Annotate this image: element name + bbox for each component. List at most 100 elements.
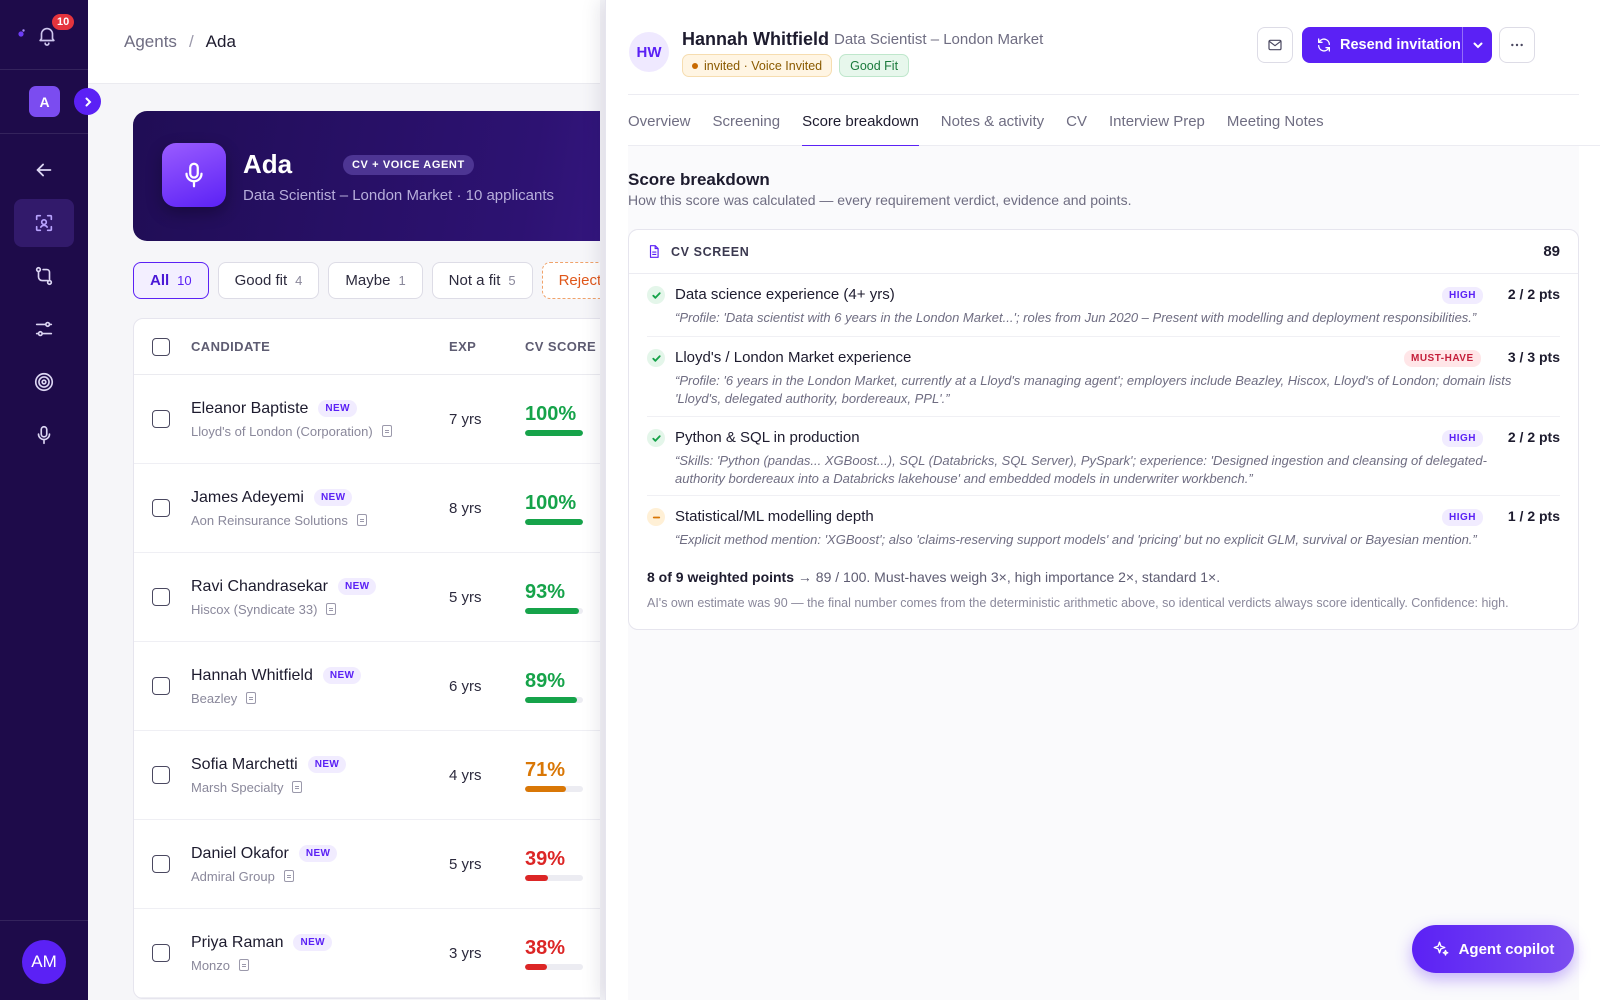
row-checkbox[interactable] [152, 944, 170, 962]
resend-invitation-main[interactable]: Resend invitation [1302, 27, 1462, 63]
target-icon [34, 372, 54, 392]
requirement-points: 2 / 2 pts [1507, 429, 1560, 445]
filter-label: All [150, 272, 170, 289]
breadcrumb-separator: / [188, 31, 194, 51]
tab-screening[interactable]: Screening [713, 96, 781, 146]
filter-not-a-fit[interactable]: Not a fit 5 [431, 262, 533, 299]
more-options-button[interactable] [1499, 27, 1535, 63]
filter-all[interactable]: All 10 [133, 262, 209, 299]
resend-options-dropdown[interactable] [1462, 27, 1492, 63]
cv-score-value: 89% [525, 669, 566, 692]
cv-document-icon[interactable] [283, 870, 294, 882]
candidate-company: Aon Reinsurance Solutions [191, 512, 348, 528]
requirement-evidence: “Profile: '6 years in the London Market,… [675, 373, 1512, 406]
candidate-experience: 6 yrs [449, 677, 482, 695]
candidate-name[interactable]: Ravi Chandrasekar [191, 578, 328, 596]
expand-sidebar-button[interactable] [74, 88, 101, 115]
tab-overview[interactable]: Overview [628, 96, 691, 146]
status-text: invited · Voice Invited [704, 58, 823, 73]
candidate-name[interactable]: James Adeyemi [191, 489, 304, 507]
row-checkbox[interactable] [152, 410, 170, 428]
candidate-name[interactable]: Eleanor Baptiste [191, 400, 308, 418]
table-row[interactable]: Ravi Chandrasekar NEW Hiscox (Syndicate 33… [134, 553, 600, 642]
cv-document-icon[interactable] [239, 959, 250, 971]
candidate-name[interactable]: Daniel Okafor [191, 845, 289, 863]
cv-score-bar [525, 963, 583, 970]
candidate-avatar: HW [629, 32, 669, 72]
breadcrumb-agents-link[interactable]: Agents [124, 32, 177, 51]
row-checkbox[interactable] [152, 766, 170, 784]
candidate-company: Hiscox (Syndicate 33) [191, 601, 318, 617]
new-badge: NEW [313, 489, 353, 506]
cv-document-icon[interactable] [246, 692, 257, 704]
partial-icon [652, 516, 660, 518]
nav-settings[interactable] [14, 305, 74, 353]
cv-document-icon[interactable] [292, 781, 303, 793]
user-avatar[interactable]: AM [22, 940, 66, 984]
cv-score-bar [525, 874, 583, 881]
row-checkbox[interactable] [152, 677, 170, 695]
filter-maybe[interactable]: Maybe 1 [328, 262, 423, 299]
resend-invitation-button[interactable]: Resend invitation [1302, 27, 1492, 63]
requirement-name: Lloyd's / London Market experience [675, 349, 912, 366]
candidate-name[interactable]: Hannah Whitfield [191, 667, 313, 685]
tab-cv[interactable]: CV [1066, 96, 1087, 146]
tab-interview-prep[interactable]: Interview Prep [1109, 96, 1205, 146]
table-row[interactable]: James Adeyemi NEW Aon Reinsurance Solution… [134, 464, 600, 553]
panel-header: HW Hannah Whitfield · Data Scientist – L… [606, 0, 1600, 96]
cv-score-bar [525, 518, 583, 525]
priority-badge: HIGH [1442, 509, 1483, 526]
header-candidate[interactable]: CANDIDATE [191, 339, 449, 354]
cv-score-fill [525, 696, 577, 703]
requirement-row: Lloyd's / London Market experience MUST-H… [647, 337, 1560, 417]
row-checkbox[interactable] [152, 588, 170, 606]
candidate-name[interactable]: Sofia Marchetti [191, 756, 298, 774]
table-row[interactable]: Hannah Whitfield NEW Beazley 6 yrs 89% [134, 642, 600, 731]
summary-points: 8 of 9 weighted points [647, 569, 795, 585]
filter-label: Not a fit [448, 272, 501, 289]
score-summary: 8 of 9 weighted points → 89 / 100. Must-… [647, 569, 1220, 585]
table-row[interactable]: Eleanor Baptiste NEW Lloyd's of London (Co… [134, 375, 600, 464]
workspace-avatar[interactable]: A [29, 86, 60, 117]
back-button[interactable] [14, 146, 74, 194]
candidate-detail-panel: HW Hannah Whitfield · Data Scientist – L… [605, 0, 1600, 1000]
cv-document-icon[interactable] [381, 425, 392, 437]
email-button[interactable] [1257, 27, 1293, 63]
nav-goals[interactable] [14, 358, 74, 406]
priority-badge: MUST-HAVE [1404, 350, 1481, 367]
cv-document-icon[interactable] [356, 514, 367, 526]
nav-screening[interactable] [14, 199, 74, 247]
table-row[interactable]: Sofia Marchetti NEW Marsh Specialty 4 yrs 71… [134, 731, 600, 820]
table-row[interactable]: Daniel Okafor NEW Admiral Group 5 yrs 39% [134, 820, 600, 909]
tab-score-breakdown[interactable]: Score breakdown [802, 96, 919, 147]
cv-document-icon[interactable] [326, 603, 337, 615]
filter-good-fit[interactable]: Good fit 4 [217, 262, 320, 299]
row-checkbox[interactable] [152, 499, 170, 517]
candidate-company: Monzo [191, 957, 231, 973]
agent-avatar [162, 143, 226, 207]
fit-badge: Good Fit [839, 54, 910, 77]
filter-count: 1 [398, 273, 406, 288]
new-badge: NEW [318, 400, 357, 417]
verdict-indicator [647, 429, 665, 447]
select-all-checkbox[interactable] [152, 337, 170, 356]
check-icon [651, 354, 661, 362]
filter-reject[interactable]: Reject 5 [541, 262, 600, 299]
table-row[interactable]: Priya Raman NEW Monzo 3 yrs 38% [134, 909, 600, 998]
nav-voice[interactable] [14, 411, 74, 459]
row-checkbox[interactable] [152, 855, 170, 873]
card-label: CV SCREEN [671, 244, 750, 259]
candidate-name[interactable]: Priya Raman [191, 934, 283, 952]
nav-workflows[interactable] [14, 252, 74, 300]
agent-copilot-button[interactable]: Agent copilot [1412, 925, 1574, 973]
detail-tabs: Overview Screening Score breakdown Notes… [628, 96, 1600, 147]
priority-badge: HIGH [1442, 287, 1483, 304]
document-icon [649, 245, 659, 258]
tab-meeting-notes[interactable]: Meeting Notes [1227, 96, 1324, 146]
requirement-evidence: “Skills: 'Python (pandas... XGBoost...),… [675, 453, 1487, 486]
tab-notes-activity[interactable]: Notes & activity [941, 96, 1044, 146]
chevron-right-icon [85, 97, 91, 106]
new-badge: NEW [307, 756, 347, 773]
header-exp[interactable]: EXP [449, 339, 525, 354]
header-cv-score[interactable]: CV SCORE [525, 339, 600, 354]
